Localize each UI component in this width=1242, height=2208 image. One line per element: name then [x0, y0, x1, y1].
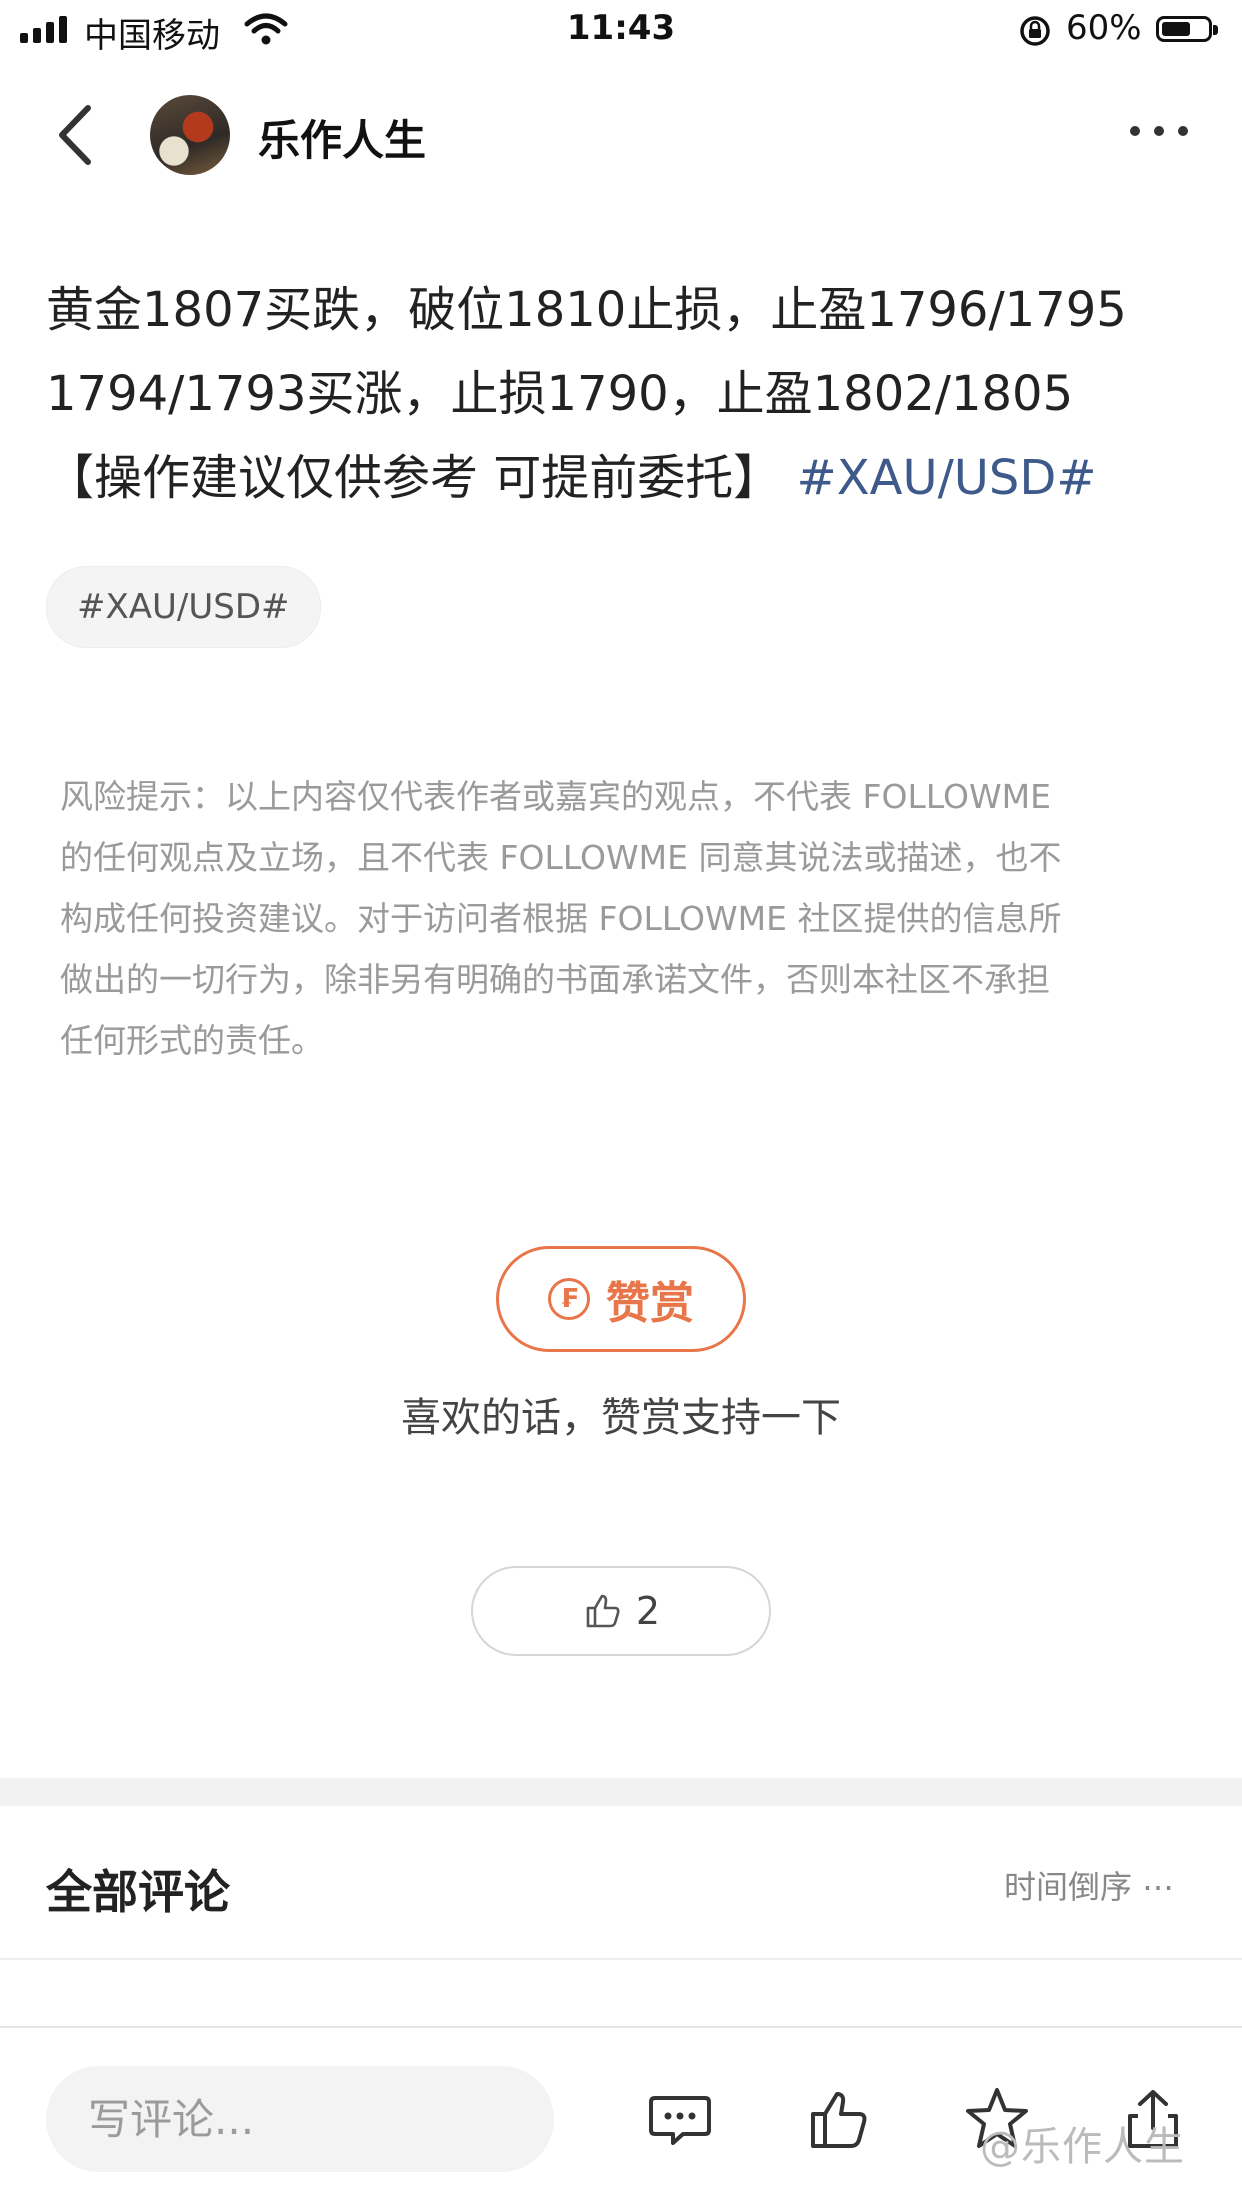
like-button[interactable]: 2 [471, 1566, 771, 1656]
status-time: 11:43 [566, 8, 676, 48]
reward-hint: 喜欢的话，赞赏支持一下 [401, 1395, 841, 1441]
disclaimer-line: 任何形式的责任。 [60, 1021, 324, 1060]
more-options-icon[interactable] [1130, 126, 1188, 136]
back-arrow-icon[interactable] [50, 100, 110, 170]
like-count: 2 [635, 1589, 661, 1633]
divider [0, 1958, 1242, 1960]
author-avatar[interactable] [150, 95, 230, 175]
author-name[interactable]: 乐作人生 [258, 107, 426, 168]
battery-icon [1156, 16, 1218, 42]
post-content: 黄金1807买跌，破位1810止损，止盈1796/1795 1794/1793买… [46, 268, 1196, 520]
thumbs-up-icon[interactable] [805, 2084, 875, 2154]
post-line: 【操作建议仅供参考 可提前委托】 #XAU/USD# [46, 436, 1196, 520]
comment-icon[interactable] [645, 2084, 715, 2154]
disclaimer-line: 做出的一切行为，除非另有明确的书面承诺文件，否则本社区不承担 [60, 960, 1050, 999]
divider [0, 2026, 1242, 2028]
post-line: 黄金1807买跌，破位1810止损，止盈1796/1795 [46, 282, 1127, 338]
coin-icon: ₣ [548, 1278, 590, 1320]
post-line: 1794/1793买涨，止损1790，止盈1802/1805 [46, 366, 1074, 422]
rotation-lock-icon [1020, 16, 1050, 46]
reward-label: 赞赏 [606, 1278, 694, 1329]
risk-disclaimer: 风险提示：以上内容仅代表作者或嘉宾的观点，不代表 FOLLOWME 的任何观点及… [60, 766, 1182, 1071]
status-bar: 中国移动 11:43 60% [0, 0, 1242, 64]
disclaimer-line: 的任何观点及立场，且不代表 FOLLOWME 同意其说法或描述，也不 [60, 838, 1062, 877]
inline-hashtag-link[interactable]: #XAU/USD# [797, 450, 1097, 506]
disclaimer-line: 构成任何投资建议。对于访问者根据 FOLLOWME 社区提供的信息所 [60, 899, 1062, 938]
watermark: @乐作人生 [980, 2124, 1185, 2170]
post-line-text: 【操作建议仅供参考 可提前委托】 [46, 450, 782, 506]
thumbs-up-icon [586, 1594, 620, 1628]
battery-percent: 60% [1066, 8, 1142, 48]
disclaimer-line: 风险提示：以上内容仅代表作者或嘉宾的观点，不代表 FOLLOWME [60, 777, 1051, 816]
comments-title: 全部评论 [46, 1865, 230, 1919]
sort-order-button[interactable]: 时间倒序 ⋯ [1004, 1862, 1174, 1908]
reward-button[interactable]: ₣ 赞赏 [496, 1246, 746, 1352]
comment-input[interactable] [46, 2066, 554, 2172]
section-divider [0, 1778, 1242, 1806]
topic-tag[interactable]: #XAU/USD# [46, 566, 321, 648]
